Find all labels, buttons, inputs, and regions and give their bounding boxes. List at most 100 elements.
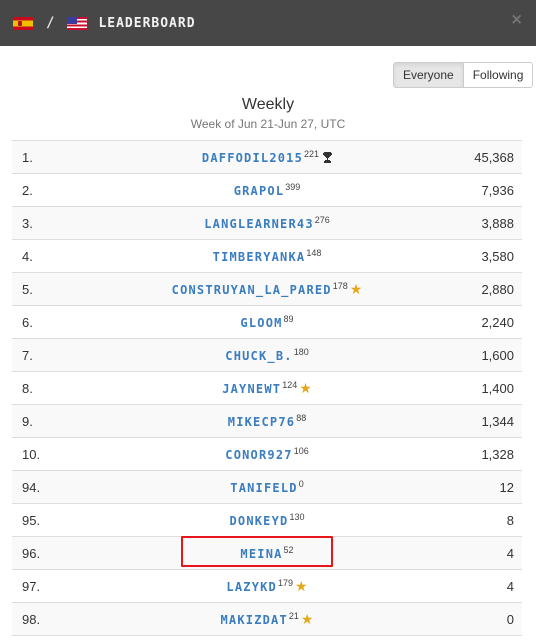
- username-link[interactable]: CHUCK_B.: [225, 349, 292, 363]
- star-icon: ★: [300, 610, 314, 627]
- leaderboard-row: 5. CONSTRUYAN_LA_PARED178 ★ 2,880: [12, 273, 522, 306]
- username-link[interactable]: TANIFELD: [230, 481, 297, 495]
- score: 1,328: [481, 446, 514, 462]
- leaderboard-row: 1. DAFFODIL2015221 45,368: [12, 141, 522, 174]
- user-cell: MEINA52: [12, 545, 522, 561]
- username-link[interactable]: MEINA: [240, 547, 282, 561]
- rank: 5.: [22, 281, 33, 297]
- username-link[interactable]: DONKEYD: [229, 514, 288, 528]
- close-icon[interactable]: ×: [510, 10, 523, 28]
- score: 3,888: [481, 215, 514, 231]
- leaderboard-row: 3. LANGLEARNER43276 3,888: [12, 207, 522, 240]
- username-link[interactable]: CONOR927: [225, 448, 292, 462]
- user-level: 106: [293, 446, 309, 456]
- user-cell: GLOOM89: [12, 314, 522, 330]
- user-level: 88: [296, 413, 307, 423]
- user-level: 276: [314, 215, 330, 225]
- user-level: 130: [289, 512, 305, 522]
- user-cell: CONOR927106: [12, 446, 522, 462]
- score: 1,400: [481, 380, 514, 396]
- leaderboard-row: 9. MIKECP7688 1,344: [12, 405, 522, 438]
- score: 3,580: [481, 248, 514, 264]
- score: 2,880: [481, 281, 514, 297]
- username-link[interactable]: GRAPOL: [234, 184, 285, 198]
- score: 0: [506, 611, 514, 627]
- username-link[interactable]: MIKECP76: [228, 415, 295, 429]
- rank: 97.: [22, 578, 41, 594]
- leaderboard-row: 10. CONOR927106 1,328: [12, 438, 522, 471]
- score: 2,240: [481, 314, 514, 330]
- rank: 10.: [22, 446, 41, 462]
- leaderboard-row: 97. LAZYKD179 ★ 4: [12, 570, 522, 603]
- username-link[interactable]: GLOOM: [240, 316, 282, 330]
- rank: 6.: [22, 314, 33, 330]
- score: 4: [506, 545, 514, 561]
- user-level: 21: [288, 610, 299, 621]
- everyone-button[interactable]: Everyone: [394, 63, 463, 87]
- user-level: 89: [283, 314, 294, 324]
- username-link[interactable]: LAZYKD: [226, 580, 277, 594]
- trophy-icon: [323, 151, 333, 166]
- rank: 8.: [22, 380, 33, 396]
- leaderboard-row: 2. GRAPOL399 7,936: [12, 174, 522, 207]
- period-subtitle: Week of Jun 21-Jun 27, UTC: [190, 117, 346, 131]
- leaderboard-row: 6. GLOOM89 2,240: [12, 306, 522, 339]
- user-cell: MIKECP7688: [12, 413, 522, 429]
- star-icon: ★: [295, 577, 308, 594]
- rank: 94.: [22, 479, 41, 495]
- rank: 1.: [22, 149, 33, 165]
- score: 4: [506, 578, 514, 594]
- spain-flag-icon: [13, 16, 33, 30]
- leaderboard-row: 4. TIMBERYANKA148 3,580: [12, 240, 522, 273]
- rank: 9.: [22, 413, 33, 429]
- user-level: 0: [298, 479, 304, 489]
- following-button[interactable]: Following: [462, 63, 533, 87]
- user-level: 148: [306, 248, 322, 258]
- user-level: 221: [304, 148, 320, 159]
- username-link[interactable]: DAFFODIL2015: [202, 151, 303, 165]
- rank: 98.: [22, 611, 41, 627]
- user-level: 52: [283, 545, 294, 555]
- score: 7,936: [481, 182, 514, 198]
- user-level: 124: [282, 379, 298, 390]
- star-icon: ★: [299, 379, 312, 396]
- user-cell: LANGLEARNER43276: [12, 215, 522, 231]
- user-cell: LAZYKD179 ★: [12, 578, 522, 595]
- rank: 96.: [22, 545, 41, 561]
- period-title: Weekly: [241, 96, 295, 113]
- username-link[interactable]: LANGLEARNER43: [204, 217, 314, 231]
- user-level: 180: [293, 347, 309, 357]
- user-cell: JAYNEWT124 ★: [12, 380, 522, 397]
- leaderboard-row: 94. TANIFELD0 12: [12, 471, 522, 504]
- username-link[interactable]: JAYNEWT: [222, 382, 281, 396]
- leaderboard-header: / LEADERBOARD ×: [0, 0, 536, 46]
- rank: 4.: [22, 248, 33, 264]
- score: 45,368: [474, 149, 514, 165]
- separator: /: [46, 15, 55, 31]
- usa-flag-icon: [67, 16, 88, 30]
- score: 12: [499, 479, 514, 495]
- user-cell: DONKEYD130: [12, 512, 522, 528]
- leaderboard-row: 95. DONKEYD130 8: [12, 504, 522, 537]
- rank: 7.: [22, 347, 33, 363]
- user-cell: MAKIZDAT21 ★: [12, 611, 522, 628]
- user-level: 399: [285, 182, 301, 192]
- user-level: 178: [332, 280, 348, 291]
- username-link[interactable]: MAKIZDAT: [221, 613, 288, 627]
- star-icon: ★: [349, 280, 363, 297]
- leaderboard-row: 96. MEINA52 4: [12, 537, 522, 570]
- rank: 2.: [22, 182, 33, 198]
- username-link[interactable]: TIMBERYANKA: [213, 250, 306, 264]
- score: 1,344: [481, 413, 514, 429]
- rank: 95.: [22, 512, 41, 528]
- leaderboard-table: 1. DAFFODIL2015221 45,368 2. GRAPOL399 7,936 3…: [12, 140, 522, 636]
- audience-toggle: Everyone Following: [393, 62, 534, 88]
- user-cell: CHUCK_B.180: [12, 347, 522, 363]
- username-link[interactable]: CONSTRUYAN_LA_PARED: [172, 283, 332, 297]
- user-cell: DAFFODIL2015221: [12, 149, 522, 166]
- leaderboard-row: 8. JAYNEWT124 ★ 1,400: [12, 372, 522, 405]
- user-cell: TIMBERYANKA148: [12, 248, 522, 264]
- score: 8: [506, 512, 514, 528]
- leaderboard-row: 98. MAKIZDAT21 ★ 0: [12, 603, 522, 636]
- user-cell: GRAPOL399: [12, 182, 522, 198]
